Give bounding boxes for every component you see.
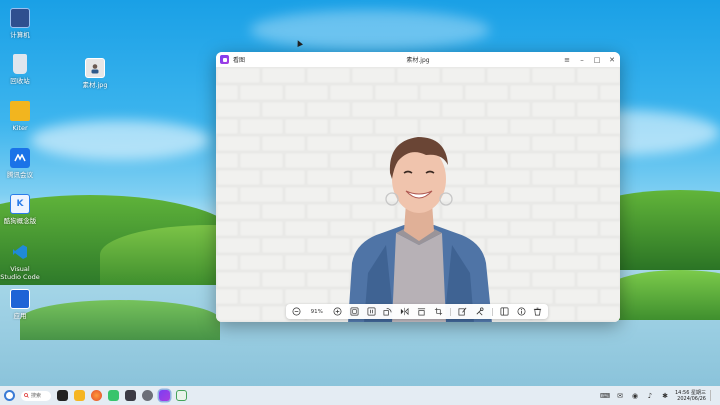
edit-button[interactable]	[458, 307, 468, 317]
desktop-icon-label: 计算机	[10, 31, 30, 39]
fit-window-button[interactable]	[349, 307, 359, 317]
image-viewer-taskbar-icon[interactable]	[159, 390, 170, 401]
desktop-icon-label: 酷狗概念版	[3, 217, 37, 225]
vscode-icon	[10, 242, 30, 262]
toolbar-divider	[491, 307, 493, 316]
zoom-in-button[interactable]	[333, 307, 343, 317]
zoom-out-button[interactable]	[291, 307, 301, 317]
taskbar-clock[interactable]: 14:56 星期三 2024/06/26	[675, 390, 706, 402]
tools-button[interactable]	[475, 307, 485, 317]
desktop-icon-computer[interactable]: 计算机	[0, 8, 42, 39]
toolbar-divider	[450, 307, 452, 316]
volume-icon[interactable]: ♪	[646, 392, 654, 400]
search-icon	[24, 393, 29, 398]
file-manager-icon[interactable]	[74, 390, 85, 401]
zoom-in-icon	[333, 307, 342, 316]
desktop-icon-label: Kiter	[12, 124, 28, 132]
taskbar: 搜索 ⌨ ✉ ◉ ♪ ✱ 14:56 星期三 2024/06/26	[0, 386, 720, 405]
desktop-icon-app-store[interactable]: 应用	[0, 289, 42, 320]
network-icon[interactable]: ◉	[631, 392, 639, 400]
adjust-button[interactable]	[417, 307, 427, 317]
desktop-icon-trash[interactable]: 回收站	[0, 54, 42, 85]
desktop-icon-tencent-meeting[interactable]: 腾讯会议	[0, 148, 42, 179]
clock-date: 2024/06/26	[677, 395, 706, 402]
trash-icon	[534, 307, 542, 316]
portrait-person	[348, 137, 492, 322]
multitask-view-icon[interactable]	[57, 390, 68, 401]
edit-icon	[459, 307, 467, 316]
desktop-icon-kugou[interactable]: K 酷狗概念版	[0, 194, 42, 225]
info-icon	[517, 307, 526, 316]
zoom-level: 91%	[310, 308, 323, 315]
minimize-button[interactable]: –	[578, 56, 586, 64]
original-size-button[interactable]	[366, 307, 376, 317]
settings-icon[interactable]	[142, 390, 153, 401]
desktop-icon-label: 腾讯会议	[7, 171, 33, 179]
image-viewer-window: 看图 素材.jpg ≡ – □ ✕ 91%	[216, 52, 620, 322]
rotate-icon	[384, 308, 392, 316]
tools-icon	[476, 307, 484, 316]
file-title: 素材.jpg	[406, 57, 430, 64]
info-button[interactable]	[516, 307, 526, 317]
image-viewer-logo-icon	[220, 55, 229, 64]
terminal-icon[interactable]	[125, 390, 136, 401]
kugou-icon: K	[10, 194, 30, 214]
sidebar-toggle-button[interactable]	[499, 307, 509, 317]
crop-button[interactable]	[433, 307, 443, 317]
flip-icon	[401, 307, 409, 316]
flip-button[interactable]	[400, 307, 410, 317]
zoom-out-icon	[292, 307, 300, 316]
desktop-icon-label: Visual Studio Code	[0, 265, 40, 281]
window-titlebar[interactable]: 看图 素材.jpg ≡ – □ ✕	[216, 52, 620, 67]
app-name: 看图	[233, 57, 246, 64]
desktop-icon-vscode[interactable]: Visual Studio Code	[0, 242, 42, 281]
taskbar-apps	[57, 390, 187, 401]
desktop-icon-folder[interactable]: Kiter	[0, 101, 42, 132]
keyboard-icon[interactable]: ⌨	[600, 392, 610, 400]
desktop-icon-label: 回收站	[10, 77, 30, 85]
viewer-toolbar: 91%	[286, 304, 548, 319]
tencent-meeting-icon	[10, 148, 30, 168]
adjust-icon	[417, 308, 426, 316]
bluetooth-icon[interactable]: ✱	[661, 392, 669, 400]
desktop-icon-label: 应用	[13, 312, 27, 320]
search-label: 搜索	[31, 393, 42, 399]
system-tray: ⌨ ✉ ◉ ♪ ✱	[600, 392, 669, 400]
show-desktop-button[interactable]	[710, 390, 716, 401]
image-canvas[interactable]: 91%	[216, 67, 620, 322]
desktop-icon-image-file[interactable]: 素材.jpg	[73, 58, 117, 89]
sidebar-icon	[500, 307, 509, 316]
app-store-icon	[10, 289, 30, 309]
browser-icon[interactable]	[91, 390, 102, 401]
fit-window-icon	[350, 307, 359, 316]
screenshot-tool-icon[interactable]	[176, 390, 187, 401]
image-file-icon	[85, 58, 105, 78]
trash-icon	[13, 54, 27, 74]
app-store-icon[interactable]	[108, 390, 119, 401]
maximize-button[interactable]: □	[593, 56, 601, 64]
start-menu-button[interactable]	[4, 390, 15, 401]
menu-button[interactable]: ≡	[563, 56, 571, 64]
original-size-icon	[367, 307, 376, 316]
taskbar-search[interactable]: 搜索	[21, 390, 51, 401]
clock-time: 14:56 星期三	[675, 389, 706, 396]
crop-icon	[434, 307, 442, 316]
close-button[interactable]: ✕	[608, 56, 616, 64]
notification-icon[interactable]: ✉	[616, 392, 624, 400]
rotate-button[interactable]	[383, 307, 393, 317]
folder-icon	[10, 101, 30, 121]
computer-icon	[10, 8, 30, 28]
delete-button[interactable]	[533, 307, 543, 317]
desktop-icon-label: 素材.jpg	[82, 81, 108, 89]
